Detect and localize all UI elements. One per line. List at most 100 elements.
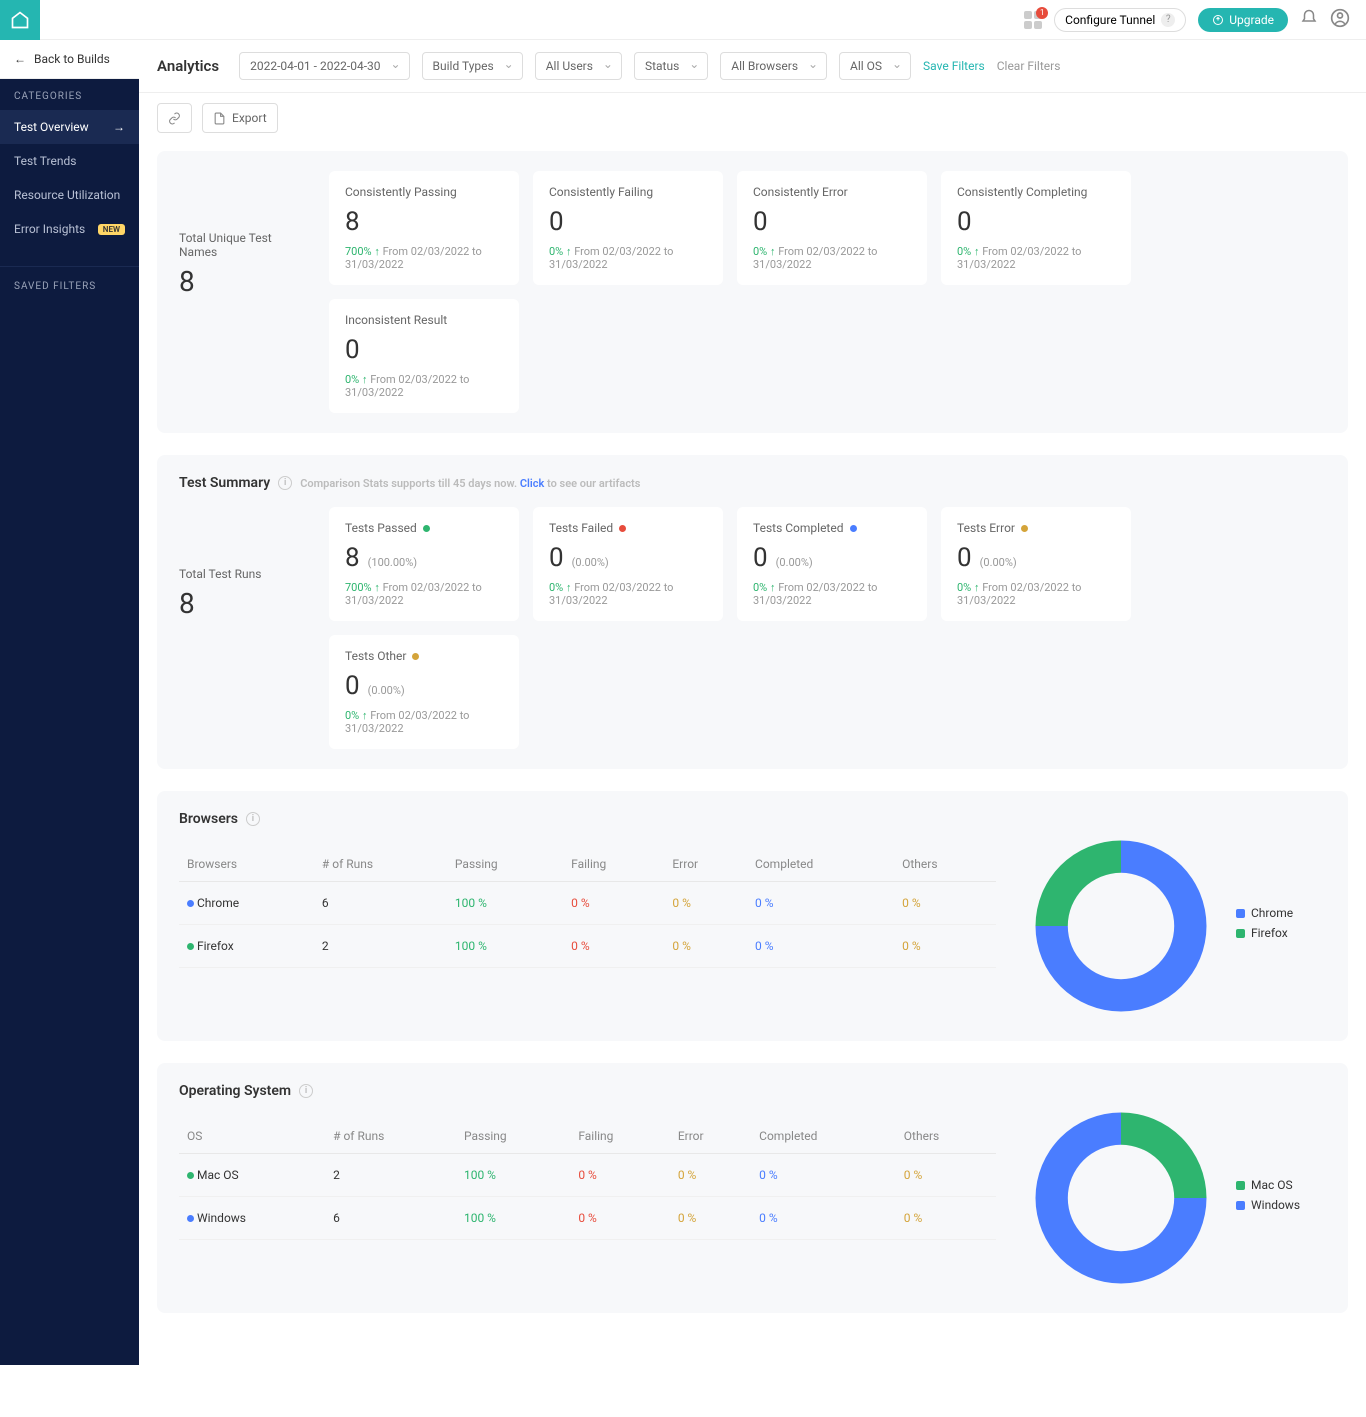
sidebar-item-resource-utilization[interactable]: Resource Utilization	[0, 178, 139, 212]
card-value: 8	[345, 207, 503, 237]
sidebar: ← Back to Builds CATEGORIES Test Overvie…	[0, 40, 139, 1365]
build-types-select[interactable]: Build Types	[422, 52, 523, 80]
apps-icon[interactable]: 1	[1024, 11, 1042, 29]
card-value: 0	[345, 671, 360, 701]
table-header: Failing	[570, 1119, 670, 1154]
row-completed: 0 %	[751, 1197, 896, 1240]
copy-link-button[interactable]	[157, 103, 192, 133]
unique-value: 8	[179, 265, 309, 298]
table-header: Browsers	[179, 847, 314, 882]
legend-item: Chrome	[1236, 906, 1293, 920]
stat-card: Tests Error 0(0.00%) 0% ↑ From 02/03/202…	[941, 507, 1131, 621]
bell-icon[interactable]	[1300, 9, 1318, 31]
sub-toolbar: Export	[139, 93, 1366, 151]
status-dot	[850, 525, 857, 532]
card-pct: 0%	[957, 581, 971, 594]
card-pct: 700%	[345, 245, 372, 258]
table-header: Error	[670, 1119, 751, 1154]
categories-heading: CATEGORIES	[0, 79, 139, 110]
back-to-builds[interactable]: ← Back to Builds	[0, 40, 139, 79]
back-label: Back to Builds	[34, 52, 110, 66]
page-title: Analytics	[157, 57, 219, 75]
row-dot	[187, 1172, 194, 1179]
save-filters-link[interactable]: Save Filters	[923, 59, 985, 73]
sidebar-item-test-overview[interactable]: Test Overview →	[0, 110, 139, 144]
info-icon[interactable]: i	[246, 812, 260, 826]
row-error: 0 %	[670, 1197, 751, 1240]
export-button[interactable]: Export	[202, 103, 278, 133]
card-pct-small: (100.00%)	[368, 556, 417, 569]
os-legend: Mac OS Windows	[1236, 1178, 1300, 1218]
status-dot	[412, 653, 419, 660]
legend-item: Mac OS	[1236, 1178, 1300, 1192]
arrow-left-icon: ←	[14, 52, 26, 66]
card-value: 0	[753, 207, 911, 237]
row-failing: 0 %	[563, 882, 664, 925]
table-header: Completed	[747, 847, 894, 882]
legend-label: Firefox	[1251, 926, 1288, 940]
table-header: Others	[894, 847, 996, 882]
card-pct: 0%	[957, 245, 971, 258]
unique-tests-panel: Total Unique Test Names 8 Consistently P…	[157, 151, 1348, 433]
legend-swatch	[1236, 1181, 1245, 1190]
card-pct: 0%	[549, 581, 563, 594]
arrow-up-icon: ↑	[770, 245, 776, 258]
summary-hint: Comparison Stats supports till 45 days n…	[300, 477, 640, 490]
user-icon[interactable]	[1330, 8, 1350, 32]
stat-card: Consistently Error 0 0% ↑ From 02/03/202…	[737, 171, 927, 285]
configure-tunnel-button[interactable]: Configure Tunnel ?	[1054, 8, 1186, 32]
status-dot	[619, 525, 626, 532]
table-header: Passing	[447, 847, 563, 882]
date-range-select[interactable]: 2022-04-01 - 2022-04-30	[239, 52, 409, 80]
info-icon[interactable]: i	[278, 476, 292, 490]
card-pct: 0%	[549, 245, 563, 258]
row-dot	[187, 1215, 194, 1222]
row-runs: 6	[325, 1197, 456, 1240]
upgrade-button[interactable]: Upgrade	[1198, 8, 1288, 32]
filters-toolbar: Analytics 2022-04-01 - 2022-04-30 Build …	[139, 40, 1366, 93]
card-title: Consistently Failing	[549, 185, 707, 199]
row-error: 0 %	[670, 1154, 751, 1197]
card-value: 8	[345, 543, 360, 573]
legend-label: Chrome	[1251, 906, 1293, 920]
summary-click-link[interactable]: Click	[520, 477, 544, 490]
status-dot	[1021, 525, 1028, 532]
configure-tunnel-label: Configure Tunnel	[1065, 13, 1155, 27]
arrow-up-icon: ↑	[374, 245, 380, 258]
users-select[interactable]: All Users	[535, 52, 622, 80]
row-others: 0 %	[896, 1197, 996, 1240]
legend-label: Mac OS	[1251, 1178, 1293, 1192]
card-value: 0	[957, 543, 972, 573]
status-select[interactable]: Status	[634, 52, 708, 80]
row-others: 0 %	[894, 882, 996, 925]
stat-card: Tests Other 0(0.00%) 0% ↑ From 02/03/202…	[329, 635, 519, 749]
table-row: Firefox 2 100 % 0 % 0 % 0 % 0 %	[179, 925, 996, 968]
clear-filters-link[interactable]: Clear Filters	[997, 59, 1061, 73]
row-error: 0 %	[664, 882, 747, 925]
row-passing: 100 %	[456, 1197, 570, 1240]
browsers-select[interactable]: All Browsers	[720, 52, 827, 80]
card-value: 0	[345, 335, 503, 365]
table-header: Error	[664, 847, 747, 882]
stat-card: Consistently Failing 0 0% ↑ From 02/03/2…	[533, 171, 723, 285]
card-title: Tests Error	[957, 521, 1115, 535]
row-runs: 2	[325, 1154, 456, 1197]
os-select[interactable]: All OS	[839, 52, 911, 80]
info-icon[interactable]: i	[299, 1084, 313, 1098]
export-label: Export	[232, 111, 267, 125]
os-title: Operating System	[179, 1083, 291, 1099]
row-failing: 0 %	[570, 1154, 670, 1197]
stat-card: Inconsistent Result 0 0% ↑ From 02/03/20…	[329, 299, 519, 413]
table-header: # of Runs	[325, 1119, 456, 1154]
legend-label: Windows	[1251, 1198, 1300, 1212]
browsers-donut-chart	[1026, 831, 1216, 1021]
legend-item: Firefox	[1236, 926, 1293, 940]
arrow-up-icon: ↑	[362, 709, 368, 722]
os-panel: Operating System i OS# of RunsPassingFai…	[157, 1063, 1348, 1313]
unique-label: Total Unique Test Names	[179, 231, 309, 259]
sidebar-item-test-trends[interactable]: Test Trends	[0, 144, 139, 178]
card-pct-small: (0.00%)	[368, 684, 405, 697]
logo[interactable]	[0, 0, 40, 40]
row-error: 0 %	[664, 925, 747, 968]
sidebar-item-error-insights[interactable]: Error Insights NEW	[0, 212, 139, 246]
